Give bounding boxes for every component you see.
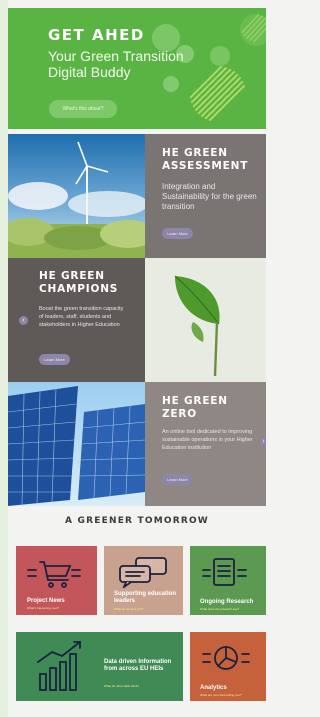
champions-learn-more-button[interactable]: Learn More <box>39 354 70 365</box>
supporting-leaders-sub: What do we give you? <box>114 607 144 611</box>
wind-turbine-image <box>8 134 156 258</box>
analytics-sub: What are your data telling you? <box>200 693 242 697</box>
champions-title-line1: HE GREEN <box>39 270 105 282</box>
shopping-cart-icon <box>27 561 81 588</box>
green-assessment-panel: HE GREEN ASSESSMENT Integration and Sust… <box>145 134 266 258</box>
pie-chart-icon <box>202 646 250 670</box>
bar-chart-growth-icon <box>37 641 81 691</box>
assessment-title-line2: ASSESSMENT <box>162 160 249 172</box>
green-champions-panel: ‹ HE GREEN CHAMPIONS Boost the green tra… <box>8 258 145 382</box>
analytics-label: Analytics <box>200 685 227 691</box>
assessment-title-line1: HE GREEN <box>162 147 228 159</box>
analytics-card[interactable]: Analytics What are your data telling you… <box>190 632 266 701</box>
zero-learn-more-button[interactable]: Learn More <box>162 474 193 485</box>
hero-banner: GET AHED Your Green Transition Digital B… <box>8 8 266 129</box>
ongoing-research-sub: What does the research say? <box>200 607 240 611</box>
next-arrow-icon[interactable]: › <box>259 437 266 446</box>
assessment-description: Integration and Sustainability for the g… <box>162 182 257 211</box>
ongoing-research-card[interactable]: Ongoing Research What does the research … <box>190 546 266 615</box>
zero-title: HE GREEN ZERO <box>162 395 228 421</box>
supporting-leaders-card[interactable]: Supporting education leaders What do we … <box>104 546 183 615</box>
hero-tagline: Your Green Transition Digital Buddy <box>48 48 184 80</box>
left-edge-strip <box>0 0 8 717</box>
green-zero-panel: HE GREEN ZERO An online tool dedicated t… <box>145 382 266 506</box>
site-logo[interactable]: GET AHED <box>48 26 145 44</box>
prev-arrow-icon[interactable]: ‹ <box>19 316 28 325</box>
assessment-learn-more-button[interactable]: Learn More <box>162 228 193 239</box>
solar-panel-image <box>8 382 146 506</box>
data-driven-sub: What do other HEIs think? <box>104 684 140 688</box>
data-driven-card[interactable]: Data driven Information from across EU H… <box>16 632 183 701</box>
data-driven-label: Data driven Information from across EU H… <box>104 659 172 672</box>
zero-title-line2: ZERO <box>162 408 197 420</box>
project-news-card[interactable]: Project News What's happening now? <box>16 546 97 615</box>
document-icon <box>202 558 247 586</box>
supporting-leaders-label: Supporting education leaders <box>114 591 176 604</box>
champions-row: ‹ HE GREEN CHAMPIONS Boost the green tra… <box>8 258 266 382</box>
project-news-label: Project News <box>27 598 65 604</box>
champions-title: HE GREEN CHAMPIONS <box>39 270 118 296</box>
project-news-sub: What's happening now? <box>27 606 59 610</box>
champions-description: Boost the green transition capacity of l… <box>39 306 124 328</box>
zero-row: HE GREEN ZERO An online tool dedicated t… <box>8 382 266 506</box>
assessment-title: HE GREEN ASSESSMENT <box>162 147 248 173</box>
section-title: A GREENER TOMORROW <box>65 516 209 526</box>
assessment-row: HE GREEN ASSESSMENT Integration and Sust… <box>8 134 266 258</box>
chat-bubbles-icon <box>119 557 167 588</box>
whats-this-about-button[interactable]: What's this about? <box>49 100 117 118</box>
ongoing-research-label: Ongoing Research <box>200 599 254 605</box>
zero-description: An online tool dedicated to improving su… <box>162 429 253 451</box>
zero-title-line1: HE GREEN <box>162 395 228 407</box>
champions-title-line2: CHAMPIONS <box>39 283 119 295</box>
green-leaf-image <box>145 258 266 382</box>
